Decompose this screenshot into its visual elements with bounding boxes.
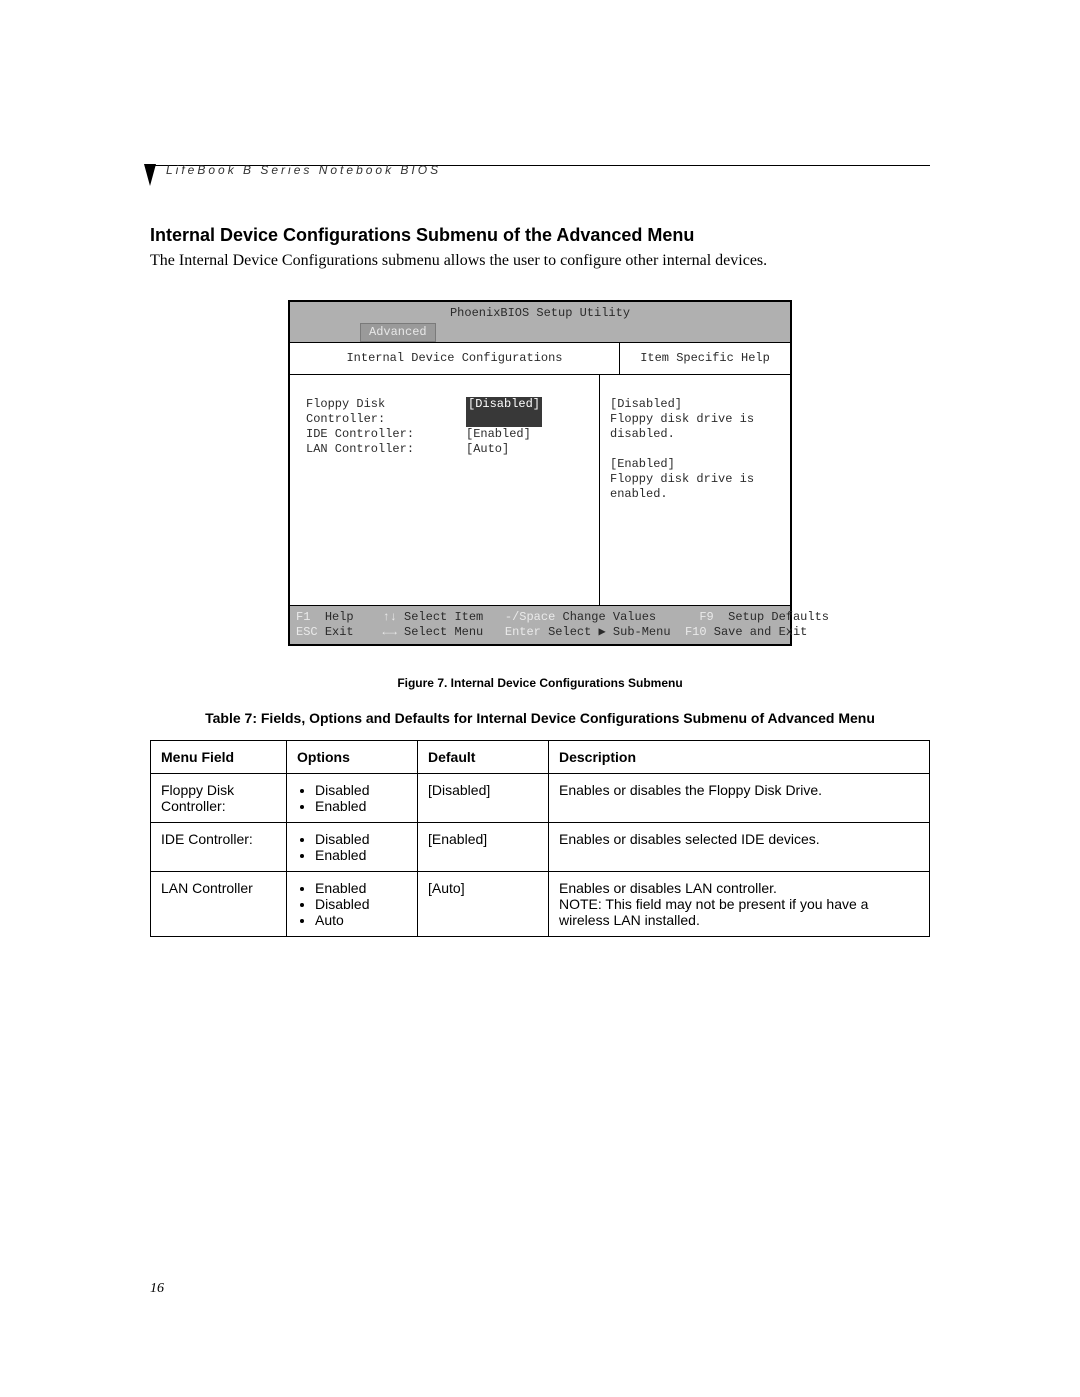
bios-key-f1: F1: [296, 610, 310, 624]
th-menu-field: Menu Field: [151, 741, 287, 774]
table-row: LAN Controller Enabled Disabled Auto [Au…: [151, 872, 930, 937]
bios-action-save-exit: Save and Exit: [714, 625, 808, 639]
table-row: IDE Controller: Disabled Enabled [Enable…: [151, 823, 930, 872]
bios-key-enter: Enter: [505, 625, 541, 639]
bios-action-sub-menu: Select ▶ Sub-Menu: [548, 625, 670, 639]
fields-table: Menu Field Options Default Description F…: [150, 740, 930, 937]
bios-item-value: [Auto]: [466, 442, 509, 457]
cell-field: Floppy Disk Controller:: [151, 774, 287, 823]
bios-help-pane: [Disabled] Floppy disk drive is disabled…: [600, 375, 790, 605]
bios-column-headers: Internal Device Configurations Item Spec…: [290, 342, 790, 375]
bios-key-f10: F10: [685, 625, 707, 639]
cell-field: IDE Controller:: [151, 823, 287, 872]
section-heading: Internal Device Configurations Submenu o…: [150, 225, 930, 246]
bios-action-help: Help: [325, 610, 354, 624]
cell-description: Enables or disables LAN controller. NOTE…: [549, 872, 930, 937]
bios-item-label: LAN Controller:: [306, 442, 466, 457]
bios-item-lan[interactable]: LAN Controller: [Auto]: [306, 442, 583, 457]
bios-item-floppy[interactable]: Floppy Disk Controller: [Disabled]: [306, 397, 583, 427]
cell-default: [Auto]: [418, 872, 549, 937]
page-number: 16: [150, 1281, 164, 1297]
table-header-row: Menu Field Options Default Description: [151, 741, 930, 774]
bios-item-label: IDE Controller:: [306, 427, 466, 442]
cell-default: [Disabled]: [418, 774, 549, 823]
list-item: Auto: [315, 912, 407, 928]
figure-caption: Figure 7. Internal Device Configurations…: [150, 676, 930, 690]
bios-key-f9: F9: [699, 610, 713, 624]
list-item: Disabled: [315, 831, 407, 847]
bios-item-value: [Disabled]: [466, 397, 542, 427]
bios-title: PhoenixBIOS Setup Utility: [290, 304, 790, 323]
bios-key-esc: ESC: [296, 625, 318, 639]
bios-screenshot: PhoenixBIOS Setup Utility Advanced Inter…: [288, 300, 792, 646]
cell-description: Enables or disables selected IDE devices…: [549, 823, 930, 872]
lead-paragraph: The Internal Device Configurations subme…: [150, 252, 930, 270]
bios-tab-advanced[interactable]: Advanced: [360, 323, 436, 342]
bios-tab-row: Advanced: [290, 323, 790, 342]
bios-action-setup-defaults: Setup Defaults: [728, 610, 829, 624]
table-row: Floppy Disk Controller: Disabled Enabled…: [151, 774, 930, 823]
bios-action-select-item: Select Item: [404, 610, 483, 624]
bios-key-space: -/Space: [505, 610, 555, 624]
bios-config-pane: Floppy Disk Controller: [Disabled] IDE C…: [290, 375, 600, 605]
cell-field: LAN Controller: [151, 872, 287, 937]
th-default: Default: [418, 741, 549, 774]
bios-action-exit: Exit: [325, 625, 354, 639]
list-item: Enabled: [315, 880, 407, 896]
bios-left-header: Internal Device Configurations: [290, 343, 620, 374]
bios-key-leftright: ←→: [382, 625, 396, 639]
cell-options: Disabled Enabled: [287, 774, 418, 823]
bios-body: Floppy Disk Controller: [Disabled] IDE C…: [290, 375, 790, 605]
cell-default: [Enabled]: [418, 823, 549, 872]
header-notch-icon: [144, 164, 156, 186]
page: LifeBook B Series Notebook BIOS Internal…: [0, 0, 1080, 1397]
th-description: Description: [549, 741, 930, 774]
bios-titlebar: PhoenixBIOS Setup Utility Advanced: [290, 302, 790, 342]
running-header-text: LifeBook B Series Notebook BIOS: [166, 163, 441, 177]
table-caption: Table 7: Fields, Options and Defaults fo…: [150, 710, 930, 726]
bios-action-change-values: Change Values: [563, 610, 657, 624]
cell-options: Enabled Disabled Auto: [287, 872, 418, 937]
list-item: Enabled: [315, 798, 407, 814]
bios-right-header: Item Specific Help: [620, 343, 790, 374]
bios-item-ide[interactable]: IDE Controller: [Enabled]: [306, 427, 583, 442]
bios-key-updown: ↑↓: [382, 610, 396, 624]
running-header: LifeBook B Series Notebook BIOS: [150, 165, 930, 195]
bios-item-label: Floppy Disk Controller:: [306, 397, 466, 427]
cell-description: Enables or disables the Floppy Disk Driv…: [549, 774, 930, 823]
bios-footer: F1 Help ↑↓ Select Item -/Space Change Va…: [290, 605, 790, 644]
bios-action-select-menu: Select Menu: [404, 625, 483, 639]
list-item: Enabled: [315, 847, 407, 863]
list-item: Disabled: [315, 896, 407, 912]
bios-item-value: [Enabled]: [466, 427, 531, 442]
list-item: Disabled: [315, 782, 407, 798]
th-options: Options: [287, 741, 418, 774]
cell-options: Disabled Enabled: [287, 823, 418, 872]
